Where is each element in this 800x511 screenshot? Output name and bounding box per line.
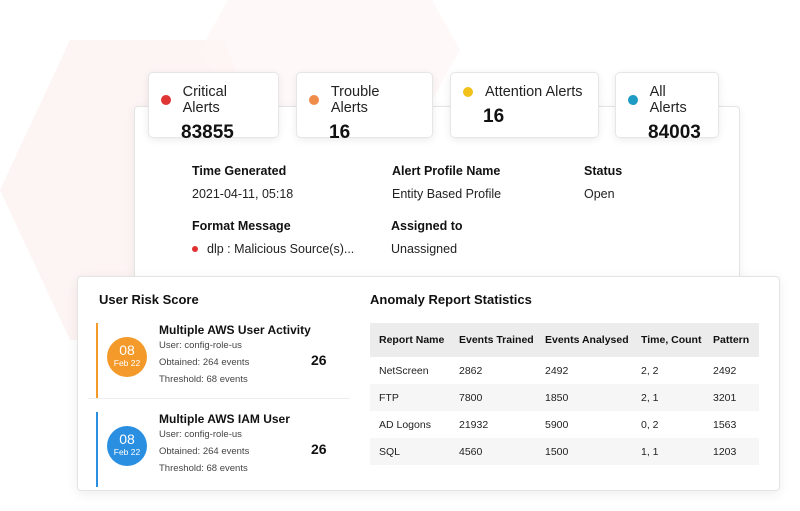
format-message-text: dlp : Malicious Source(s)... [207,242,355,256]
risk-accent-bar [96,323,98,398]
table-row[interactable]: FTP 7800 1850 2, 1 3201 [370,384,759,411]
alert-profile-field: Alert Profile Name Entity Based Profile [392,164,501,201]
table-cell: 2492 [713,364,737,377]
table-cell: 2, 2 [641,364,659,377]
risk-accent-bar [96,412,98,487]
status-field: Status Open [584,164,622,201]
assigned-to-value: Unassigned [391,242,458,256]
alert-profile-label: Alert Profile Name [392,164,501,178]
risk-item-title: Multiple AWS IAM User [159,412,290,426]
critical-alerts-count: 83855 [181,122,234,143]
format-message-label: Format Message [192,219,291,233]
table-cell: FTP [370,384,450,411]
risk-item-title: Multiple AWS User Activity [159,323,311,337]
table-cell: 1203 [704,438,759,465]
table-cell: 0, 2 [641,418,659,431]
status-label: Status [584,164,623,178]
risk-item[interactable]: 08 Feb 22 Multiple AWS User Activity Use… [96,323,351,398]
all-alerts-label: All Alerts [649,84,687,116]
table-row[interactable]: SQL 4560 1500 1, 1 1203 [370,438,759,465]
all-dot-icon [628,95,638,105]
column-header[interactable]: Report Name [370,323,450,357]
attention-dot-icon [463,87,473,97]
date-badge: 08 Feb 22 [107,337,147,377]
risk-item-threshold: Threshold: 68 events [159,463,248,474]
format-message-value[interactable]: dlp : Malicious Source(s)... [192,242,354,256]
risk-score: 26 [311,441,327,457]
column-header[interactable]: Time, Count [632,323,704,357]
trouble-alerts-label: Trouble Alerts [330,84,380,116]
risk-item-user: User: config-role-us [159,340,242,351]
risk-and-anomaly-card: User Risk Score 08 Feb 22 Multiple AWS U… [77,276,780,491]
column-header[interactable]: Events Analysed [536,323,632,357]
time-generated-label: Time Generated [192,164,287,178]
critical-dot-icon [161,95,171,105]
table-header-row: Report Name Events Trained Events Analys… [370,323,759,357]
attention-alerts-label: Attention Alerts [485,84,583,100]
critical-alerts-label: Critical Alerts [182,84,227,116]
risk-score: 26 [311,352,327,368]
divider [88,398,350,399]
table-cell: 2, 1 [632,384,704,411]
all-alerts-count: 84003 [648,122,701,143]
time-generated-field: Time Generated 2021-04-11, 05:18 [192,164,293,201]
table-cell: 3201 [704,384,759,411]
anomaly-report-table: Report Name Events Trained Events Analys… [370,323,759,465]
table-cell: 4560 [450,438,536,465]
column-header[interactable]: Pattern [704,323,759,357]
table-cell: 1850 [536,384,632,411]
status-badge: Open [584,187,615,201]
table-cell: 2862 [459,364,483,377]
assigned-to-field: Assigned to Unassigned [391,219,463,256]
table-cell: 21932 [459,418,489,431]
table-row[interactable]: AD Logons 21932 5900 0, 2 1563 [370,411,759,438]
critical-alerts-card[interactable]: Critical Alerts 83855 [148,72,279,143]
date-day: 08 [119,342,135,358]
user-risk-score-title: User Risk Score [99,292,199,307]
date-month: Feb 22 [113,447,141,457]
trouble-dot-icon [309,95,319,105]
trouble-alerts-card[interactable]: Trouble Alerts 16 [296,72,433,143]
column-header[interactable]: Events Trained [450,323,536,357]
risk-item-obtained: Obtained: 264 events [159,446,250,457]
date-badge: 08 Feb 22 [107,426,147,466]
table-cell: 7800 [450,384,536,411]
attention-alerts-card[interactable]: Attention Alerts 16 [450,72,599,138]
table-cell: NetScreen [379,364,429,377]
table-cell: SQL [370,438,450,465]
format-message-field: Format Message dlp : Malicious Source(s)… [192,219,354,256]
attention-alerts-count: 16 [483,106,505,127]
risk-item-threshold: Threshold: 68 events [159,374,248,385]
table-cell: AD Logons [379,418,431,431]
assigned-to-label: Assigned to [391,219,463,233]
table-row[interactable]: NetScreen 2862 2492 2, 2 2492 [370,357,759,384]
all-alerts-card[interactable]: All Alerts 84003 [615,72,719,143]
risk-item-obtained: Obtained: 264 events [159,357,250,368]
time-generated-value: 2021-04-11, 05:18 [192,187,294,201]
anomaly-report-title: Anomaly Report Statistics [370,292,532,307]
trouble-alerts-count: 16 [329,122,351,143]
date-month: Feb 22 [113,358,141,368]
table-cell: 1, 1 [632,438,704,465]
table-cell: 1500 [536,438,632,465]
table-cell: 5900 [545,418,569,431]
risk-item[interactable]: 08 Feb 22 Multiple AWS IAM User User: co… [96,412,351,487]
table-cell: 1563 [713,418,737,431]
risk-item-user: User: config-role-us [159,429,242,440]
severity-dot-icon [192,246,198,252]
alert-profile-value: Entity Based Profile [392,187,502,201]
date-day: 08 [119,431,135,447]
table-cell: 2492 [545,364,569,377]
